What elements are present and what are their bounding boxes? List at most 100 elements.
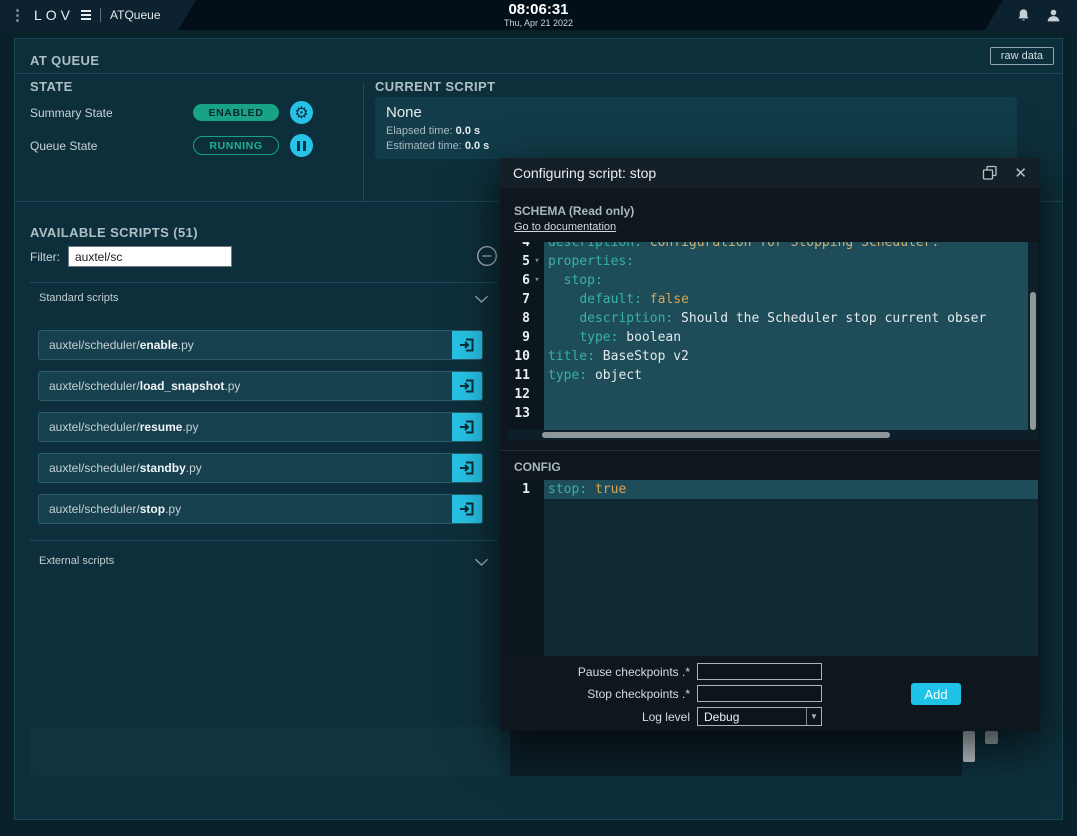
modal-title: Configuring script: stop [513,165,656,181]
state-divider [363,83,364,201]
pause-icon [297,141,306,151]
external-scripts-label: External scripts [39,555,114,567]
pause-checkpoints-label: Pause checkpoints .* [508,665,697,679]
gear-icon: ⚙ [294,105,308,121]
pause-checkpoints-input[interactable] [697,663,822,680]
estimated-time: Estimated time:0.0 s [386,139,1006,154]
scripts-divider [30,540,497,541]
copy-icon [982,165,998,181]
code-line: 7 default: false [508,290,1028,309]
config-editor[interactable]: 1stop: true [508,480,1038,656]
schema-editor[interactable]: 4description: Configuration for Stopping… [508,242,1028,430]
summary-state-label: Summary State [30,106,193,120]
logo: LOV [34,7,74,23]
chevron-down-icon: ▼ [806,708,821,725]
stop-checkpoints-input[interactable] [697,685,822,702]
chevron-down-icon [474,558,489,567]
code-line: 8 description: Should the Scheduler stop… [508,309,1028,328]
code-line: 4description: Configuration for Stopping… [508,242,1028,252]
current-script-name: None [386,104,1006,121]
code-line: 10title: BaseStop v2 [508,347,1028,366]
launch-script-button[interactable] [452,331,482,359]
topbar-right [981,0,1077,30]
available-scripts-title: AVAILABLE SCRIPTS (51) [30,225,198,240]
launch-script-button[interactable] [452,372,482,400]
notifications-bell-icon[interactable] [1016,8,1031,23]
code-line: 6▾ stop: [508,271,1028,290]
code-line: 5▾properties: [508,252,1028,271]
close-icon[interactable]: ✕ [1014,164,1027,182]
current-script-card: None Elapsed time:0.0 s Estimated time:0… [375,97,1017,159]
scrollbar-thumb[interactable] [542,432,890,438]
launch-script-button[interactable] [452,495,482,523]
external-scripts-toggle[interactable] [471,554,491,570]
filter-divider [30,282,497,283]
launch-script-icon [459,501,475,517]
scrollbar-thumb[interactable] [963,731,975,762]
queue-state-label: Queue State [30,139,193,153]
raw-data-button[interactable]: raw data [990,47,1054,65]
config-code-lines: 1stop: true [508,480,1038,499]
summary-state-row: Summary State ENABLED ⚙ [30,101,330,124]
code-line: 12 [508,385,1028,404]
collapse-all-button[interactable] [475,244,499,268]
script-row[interactable]: auxtel/scheduler/standby.py [38,453,483,483]
state-title: STATE [30,79,73,94]
chevron-down-icon [474,295,489,304]
config-heading: CONFIG [514,460,561,474]
launch-script-icon [459,337,475,353]
launch-script-button[interactable] [452,454,482,482]
launch-script-icon [459,460,475,476]
modal-header: Configuring script: stop ✕ [500,158,1040,188]
script-path: auxtel/scheduler/standby.py [39,461,202,475]
launch-script-icon [459,378,475,394]
logo-e-icon [81,10,91,20]
elapsed-time: Elapsed time:0.0 s [386,124,1006,139]
script-path: auxtel/scheduler/stop.py [39,502,181,516]
documentation-link[interactable]: Go to documentation [514,221,616,233]
filter-label: Filter: [30,250,60,264]
summary-state-badge: ENABLED [193,104,279,121]
code-line: 1stop: true [508,480,1038,499]
script-row[interactable]: auxtel/scheduler/resume.py [38,412,483,442]
code-line: 13 [508,404,1028,423]
summary-state-settings-button[interactable]: ⚙ [290,101,313,124]
standard-scripts-toggle[interactable] [471,291,491,307]
schema-code-lines: 4description: Configuration for Stopping… [508,242,1028,423]
script-row[interactable]: auxtel/scheduler/stop.py [38,494,483,524]
script-row[interactable]: auxtel/scheduler/enable.py [38,330,483,360]
copy-button[interactable] [982,165,998,181]
user-icon[interactable] [1046,8,1061,23]
script-path: auxtel/scheduler/load_snapshot.py [39,379,240,393]
queue-state-row: Queue State RUNNING [30,134,330,157]
launch-script-button[interactable] [452,413,482,441]
configure-script-modal: Configuring script: stop ✕ SCHEMA (Read … [500,158,1040,731]
log-level-select[interactable]: Debug ▼ [697,707,822,726]
schema-heading: SCHEMA (Read only) [514,204,634,218]
queue-state-badge: RUNNING [193,136,279,155]
schema-vertical-scrollbar[interactable] [1028,242,1038,440]
logo-divider [100,8,101,22]
scrollbar-thumb[interactable] [1030,292,1036,430]
topbar-left: ⋮ LOV ATQueue [0,0,196,30]
pause-checkpoints-row: Pause checkpoints .* [508,663,822,680]
top-bar: 08:06:31 Thu, Apr 21 2022 ⋮ LOV ATQueue [0,0,1077,30]
background-panel [30,727,500,776]
script-row[interactable]: auxtel/scheduler/load_snapshot.py [38,371,483,401]
code-line: 11type: object [508,366,1028,385]
script-path: auxtel/scheduler/enable.py [39,338,194,352]
filter-input[interactable] [68,246,232,267]
modal-divider [500,450,1040,451]
header-divider [15,73,1062,74]
page-title: AT QUEUE [30,53,99,68]
schema-horizontal-scrollbar[interactable] [508,430,1028,440]
menu-icon[interactable]: ⋮ [10,6,25,24]
add-button[interactable]: Add [911,683,961,705]
scrollbar-thumb[interactable] [985,731,998,744]
pause-queue-button[interactable] [290,134,313,157]
stop-checkpoints-row: Stop checkpoints .* [508,685,822,702]
script-path: auxtel/scheduler/resume.py [39,420,198,434]
current-script-title: CURRENT SCRIPT [375,79,495,94]
editor-gutter [508,480,544,656]
code-line: 9 type: boolean [508,328,1028,347]
